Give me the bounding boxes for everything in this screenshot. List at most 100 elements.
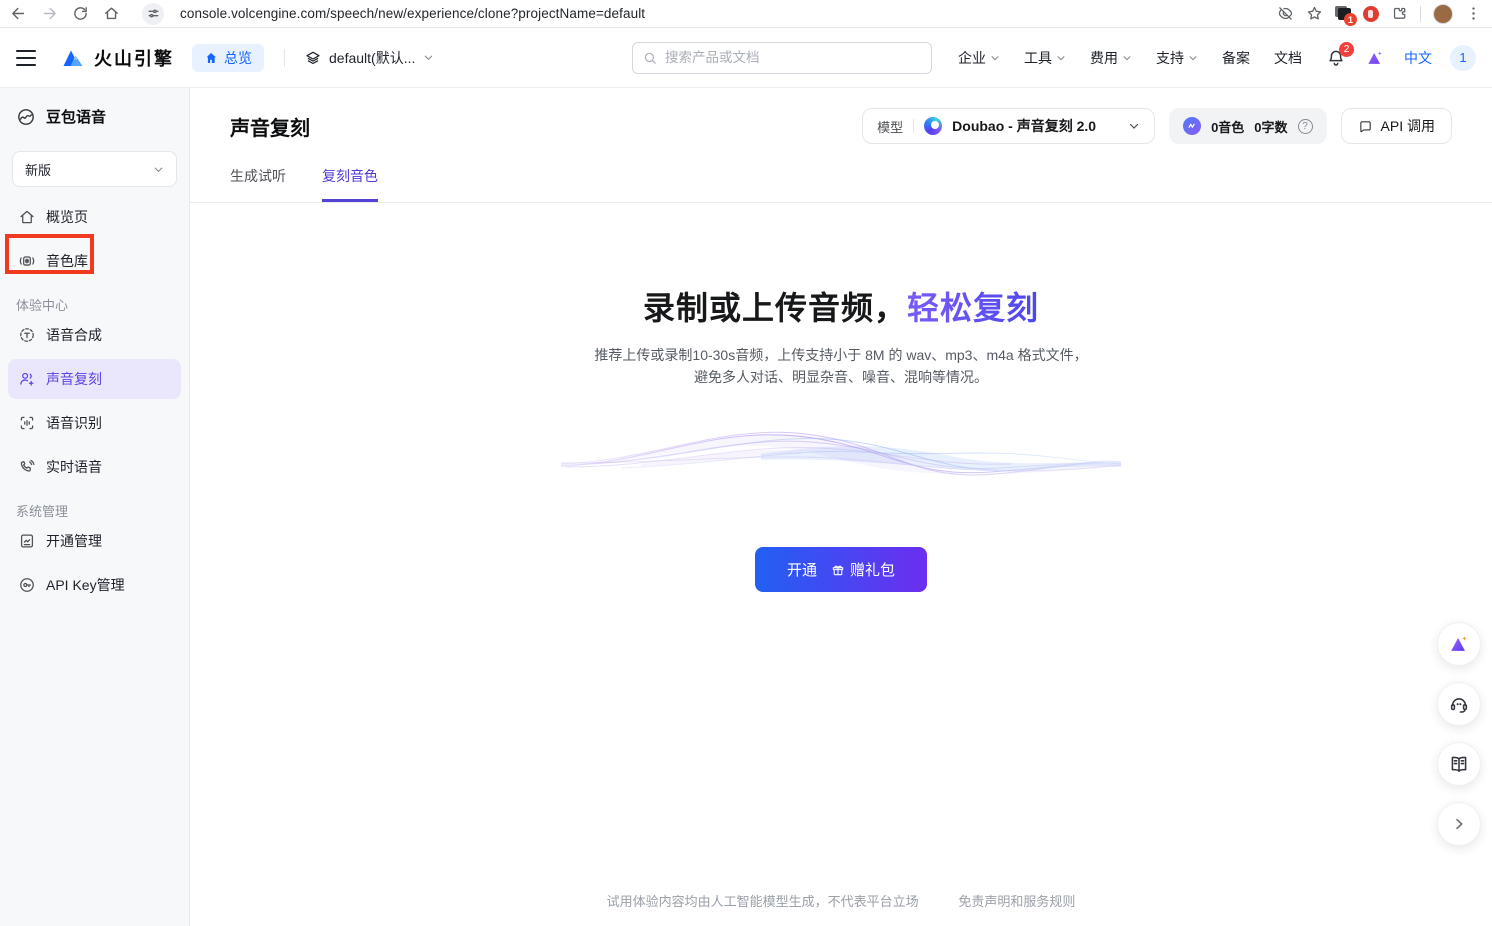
ai-mountain-icon[interactable] <box>1364 48 1386 68</box>
collapse-button[interactable] <box>1437 802 1481 846</box>
back-icon[interactable] <box>10 5 27 22</box>
api-call-button[interactable]: API 调用 <box>1341 108 1452 144</box>
star-icon[interactable] <box>1306 5 1323 22</box>
browser-chrome: console.volcengine.com/speech/new/experi… <box>0 0 1492 28</box>
chevron-down-icon <box>1122 53 1132 63</box>
api-call-label: API 调用 <box>1381 116 1435 136</box>
browser-profile-avatar[interactable] <box>1433 4 1453 24</box>
question-circle-icon[interactable]: ? <box>1298 119 1313 134</box>
menu-docs[interactable]: 文档 <box>1274 48 1302 68</box>
eye-off-icon[interactable] <box>1277 5 1294 22</box>
menu-support[interactable]: 支持 <box>1156 48 1198 68</box>
sidebar-item-activation[interactable]: 开通管理 <box>8 521 181 561</box>
version-label: 新版 <box>25 160 51 179</box>
sidebar-item-realtime-voice[interactable]: 实时语音 <box>8 447 181 487</box>
header-controls: 模型 Doubao - 声音复刻 2.0 0音色 0字数 ? <box>862 108 1452 144</box>
volcengine-logo[interactable]: 火山引擎 <box>60 45 174 71</box>
model-value: Doubao - 声音复刻 2.0 <box>952 116 1096 136</box>
url-bar[interactable]: console.volcengine.com/speech/new/experi… <box>180 6 1263 21</box>
headset-icon <box>1448 693 1470 715</box>
menu-billing[interactable]: 费用 <box>1090 48 1132 68</box>
char-count: 0字数 <box>1254 117 1287 136</box>
home-icon[interactable] <box>103 5 120 22</box>
sidebar-item-api-key[interactable]: API Key管理 <box>8 565 181 605</box>
hamburger-icon[interactable] <box>16 50 36 66</box>
voice-clone-icon <box>18 370 36 388</box>
pill-divider <box>913 119 914 133</box>
sidebar-item-label: 声音复刻 <box>46 369 102 389</box>
tabs: 生成试听 复刻音色 <box>190 166 1492 203</box>
reload-icon[interactable] <box>72 5 89 22</box>
sidebar-item-label: 音色库 <box>46 251 88 271</box>
api-key-icon <box>18 576 36 594</box>
overview-home-icon <box>204 51 218 65</box>
sidebar-item-tts[interactable]: 语音合成 <box>8 315 181 355</box>
project-selector[interactable]: default(默认... <box>305 48 434 68</box>
more-vertical-icon[interactable] <box>1465 5 1482 22</box>
hero-desc-line1: 推荐上传或录制10-30s音频，上传支持小于 8M 的 wav、mp3、m4a … <box>594 345 1087 367</box>
chevron-down-icon <box>1128 120 1140 132</box>
product-title: 豆包语音 <box>46 106 106 127</box>
menu-enterprise[interactable]: 企业 <box>958 48 1000 68</box>
tab-clone-voice[interactable]: 复刻音色 <box>322 166 378 202</box>
usage-quota-badge[interactable]: 0音色 0字数 ? <box>1169 108 1326 144</box>
sidebar-item-label: 语音识别 <box>46 413 102 433</box>
book-icon <box>1448 753 1470 775</box>
main-content: 声音复刻 模型 Doubao - 声音复刻 2.0 0音色 <box>190 88 1492 926</box>
sidebar-item-asr[interactable]: 语音识别 <box>8 403 181 443</box>
site-info-icon[interactable] <box>142 3 164 25</box>
gift-package: 赠礼包 <box>831 559 895 580</box>
chevron-down-icon <box>153 164 164 175</box>
tab-generate-preview[interactable]: 生成试听 <box>230 166 286 202</box>
menu-icp[interactable]: 备案 <box>1222 48 1250 68</box>
api-chat-icon <box>1358 119 1373 134</box>
screen: console.volcengine.com/speech/new/experi… <box>0 0 1492 926</box>
search-input[interactable] <box>665 50 921 65</box>
audio-waveform-graphic <box>561 414 1121 509</box>
sidebar-item-label: API Key管理 <box>46 575 125 595</box>
main-header: 声音复刻 模型 Doubao - 声音复刻 2.0 0音色 <box>190 88 1492 144</box>
ai-mountain-icon <box>1447 633 1471 655</box>
app-body: 豆包语音 新版 概览页 音色库 体验中心 语音合成 声音复刻 <box>0 88 1492 926</box>
account-avatar[interactable]: 1 <box>1450 45 1476 71</box>
extension-dark-icon[interactable]: 1 <box>1335 6 1351 21</box>
customer-support-button[interactable] <box>1437 682 1481 726</box>
points-icon <box>1183 117 1201 135</box>
hero-section: 录制或上传音频，轻松复刻 推荐上传或录制10-30s音频，上传支持小于 8M 的… <box>190 283 1492 592</box>
puzzle-icon[interactable] <box>1391 5 1408 22</box>
hero-desc-line2: 避免多人对话、明显杂音、噪音、混响等情况。 <box>594 367 1087 389</box>
activate-button[interactable]: 开通 赠礼包 <box>755 547 927 592</box>
footer-disclaimer: 试用体验内容均由人工智能模型生成，不代表平台立场 <box>607 894 919 909</box>
realtime-voice-icon <box>18 458 36 476</box>
overview-label: 总览 <box>224 48 252 68</box>
version-select[interactable]: 新版 <box>12 151 177 187</box>
footer: 试用体验内容均由人工智能模型生成，不代表平台立场 免责声明和服务规则 <box>190 891 1492 910</box>
docs-button[interactable] <box>1437 742 1481 786</box>
toolbar-divider <box>1420 6 1421 22</box>
forward-icon[interactable] <box>41 5 58 22</box>
console-topnav: 火山引擎 总览 default(默认... 企业 工具 费用 支持 备案 文档 <box>0 28 1492 88</box>
sidebar-item-overview[interactable]: 概览页 <box>8 197 181 237</box>
activate-label: 开通 <box>787 559 817 580</box>
ai-assistant-button[interactable] <box>1437 622 1481 666</box>
chevron-down-icon <box>423 52 434 63</box>
hero-title: 录制或上传音频，轻松复刻 <box>643 283 1039 329</box>
hero-title-main: 录制或上传音频， <box>643 290 907 326</box>
sidebar-item-label: 语音合成 <box>46 325 102 345</box>
page-title: 声音复刻 <box>230 108 310 141</box>
menu-tools[interactable]: 工具 <box>1024 48 1066 68</box>
extension-badge: 1 <box>1344 13 1357 26</box>
hero-title-accent: 轻松复刻 <box>907 290 1039 326</box>
gift-label: 赠礼包 <box>850 559 895 580</box>
language-switch[interactable]: 中文 <box>1404 48 1432 68</box>
sidebar-item-label: 实时语音 <box>46 457 102 477</box>
sidebar-item-voice-clone[interactable]: 声音复刻 <box>8 359 181 399</box>
extension-red-icon[interactable] <box>1363 6 1379 22</box>
notifications-button[interactable]: 2 <box>1326 48 1346 68</box>
footer-link[interactable]: 免责声明和服务规则 <box>958 894 1075 909</box>
model-selector[interactable]: 模型 Doubao - 声音复刻 2.0 <box>862 108 1155 144</box>
overview-button[interactable]: 总览 <box>192 44 264 72</box>
sidebar-item-voice-library[interactable]: 音色库 <box>8 241 181 281</box>
search-box[interactable] <box>632 42 932 74</box>
voice-count: 0音色 <box>1211 117 1244 136</box>
